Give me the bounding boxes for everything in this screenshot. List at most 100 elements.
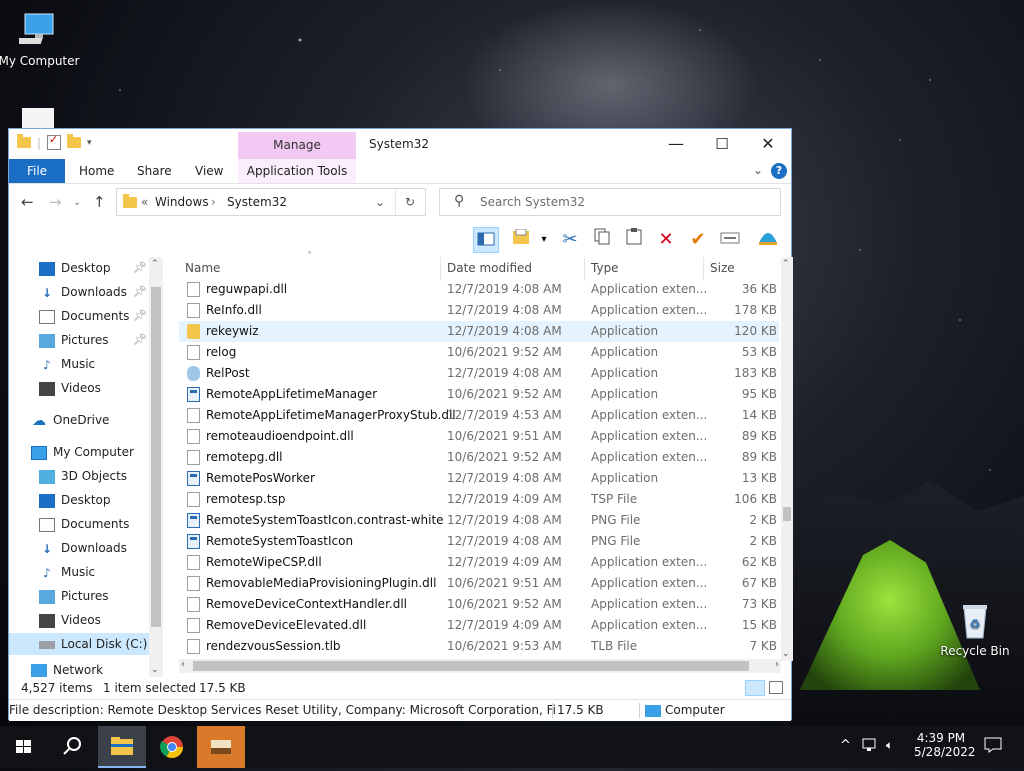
scrollbar-thumb[interactable] [151,287,161,627]
nav-pane-scrollbar[interactable]: ⌃ ⌄ [149,257,163,677]
address-dropdown-icon[interactable]: ⌄ [375,195,385,209]
nav-item-local-disk[interactable]: Local Disk (C:) [9,633,149,655]
expand-ribbon-icon[interactable]: ⌄ [753,163,763,177]
table-row[interactable]: RemovableMediaProvisioningPlugin.dll 10/6… [179,573,779,594]
paste-icon[interactable] [621,227,647,253]
select-icon[interactable] [717,227,743,253]
table-row[interactable]: rendezvousSession.tlb 10/6/2021 9:53 AM TL… [179,636,779,657]
table-row[interactable]: RemoteWipeCSP.dll 12/7/2019 4:09 AM Applic… [179,552,779,573]
chrome-icon[interactable] [148,726,196,768]
table-row[interactable]: RelPost 12/7/2019 4:08 AM Application 183 K… [179,363,779,384]
delete-icon[interactable]: ✕ [653,227,679,253]
desktop-icon-recycle-bin[interactable]: ♻ Recycle Bin [930,600,1020,658]
nav-item-3d-objects[interactable]: 3D Objects [39,465,127,487]
column-header-date[interactable]: Date modified [447,257,532,279]
refresh-icon[interactable]: ↻ [405,195,415,209]
volume-icon[interactable]: 🔈︎ [886,738,893,753]
table-row[interactable]: RemoteSystemToastIcon.contrast-white 12/7… [179,510,779,531]
show-hidden-icons-icon[interactable]: ^ [840,738,851,753]
nav-item-desktop[interactable]: Desktop [39,257,111,279]
copy-icon[interactable] [589,227,615,253]
scroll-up-icon[interactable]: ⌃ [782,259,790,269]
desktop-file-icon[interactable] [22,108,54,128]
cut-icon[interactable]: ✂ [557,227,583,253]
table-row[interactable]: RemoteAppLifetimeManager 10/6/2021 9:52 A… [179,384,779,405]
table-row[interactable]: RemoveDeviceElevated.dll 12/7/2019 4:09 A… [179,615,779,636]
recent-locations-icon[interactable]: ⌄ [73,197,81,208]
chevron-down-icon[interactable]: ▾ [531,227,557,253]
help-icon[interactable]: ? [771,163,787,179]
nav-item-pictures[interactable]: Pictures [39,329,109,351]
breadcrumb-system32[interactable]: System32 [227,195,287,209]
new-folder-icon[interactable] [67,134,82,148]
pin-icon[interactable]: 📌︎ [133,333,147,346]
search-taskbar-icon[interactable] [48,726,96,768]
tab-home[interactable]: Home [79,159,114,183]
minimize-button[interactable]: — [653,129,699,159]
table-row[interactable]: remotepg.dll 10/6/2021 9:52 AM Application… [179,447,779,468]
nav-item-documents-pc[interactable]: Documents [39,513,129,535]
table-row[interactable]: RemoteAppLifetimeManagerProxyStub.dll 12/… [179,405,779,426]
desktop-icon-my-computer[interactable]: My Computer [0,10,84,68]
close-button[interactable]: ✕ [745,129,791,159]
table-row[interactable]: RemoveDeviceContextHandler.dll 10/6/2021 … [179,594,779,615]
scroll-right-icon[interactable]: › [775,659,779,670]
scroll-down-icon[interactable]: ⌄ [782,649,790,659]
clock[interactable]: 4:39 PM 5/28/2022 [914,731,976,759]
nav-item-videos-pc[interactable]: Videos [39,609,101,631]
table-row[interactable]: reguwpapi.dll 12/7/2019 4:08 AM Applicatio… [179,279,779,300]
nav-item-downloads[interactable]: ↓ Downloads [39,281,127,303]
up-arrow-icon[interactable]: ↑ [93,193,106,211]
column-header-name[interactable]: Name [185,257,220,279]
pin-icon[interactable]: 📌︎ [133,309,147,322]
start-button[interactable] [0,726,48,768]
table-row[interactable]: remotesp.tsp 12/7/2019 4:09 AM TSP File 106… [179,489,779,510]
scrollbar-thumb[interactable] [193,661,749,671]
horizontal-scrollbar[interactable]: ‹ › [179,659,781,673]
properties-icon[interactable] [47,133,62,150]
forward-arrow-icon[interactable]: → [49,193,62,211]
notifications-icon[interactable] [984,737,1002,756]
tab-file[interactable]: File [9,159,65,183]
nav-item-pictures-pc[interactable]: Pictures [39,585,109,607]
large-icons-view-icon[interactable] [769,681,783,694]
nav-item-desktop-pc[interactable]: Desktop [39,489,111,511]
scroll-left-icon[interactable]: ‹ [181,659,185,670]
tab-application-tools[interactable]: Application Tools [238,159,356,183]
app-taskbar-icon[interactable] [197,726,245,768]
table-row[interactable]: relog 10/6/2021 9:52 AM Application 53 KB [179,342,779,363]
table-row[interactable]: RemotePosWorker 12/7/2019 4:08 AM Applicat… [179,468,779,489]
maximize-button[interactable]: ☐ [699,129,745,159]
breadcrumb-overflow[interactable]: « [141,195,148,209]
nav-item-my-computer[interactable]: My Computer [31,441,134,463]
breadcrumb-windows[interactable]: Windows [155,195,209,209]
details-view-icon[interactable] [745,680,765,696]
address-bar[interactable]: « Windows › System32 ⌄ ↻ [116,188,426,216]
column-header-type[interactable]: Type [591,257,619,279]
table-row[interactable]: RemoteSystemToastIcon 12/7/2019 4:08 AM PN… [179,531,779,552]
nav-item-music-pc[interactable]: ♪ Music [39,561,95,583]
table-row[interactable]: rekeywiz 12/7/2019 4:08 AM Application 120 … [179,321,779,342]
table-row[interactable]: ReInfo.dll 12/7/2019 4:08 AM Application e… [179,300,779,321]
nav-item-network[interactable]: Network [31,659,103,677]
file-list-scrollbar[interactable]: ⌃ ⌄ [781,257,793,661]
column-header-size[interactable]: Size [710,257,735,279]
rename-checkmark-icon[interactable]: ✔ [685,227,711,253]
details-pane-icon[interactable] [473,227,499,253]
nav-item-videos[interactable]: Videos [39,377,101,399]
nav-item-documents[interactable]: Documents [39,305,129,327]
nav-item-downloads-pc[interactable]: ↓ Downloads [39,537,127,559]
nav-item-onedrive[interactable]: ☁ OneDrive [31,409,109,431]
pin-icon[interactable]: 📌︎ [133,285,147,298]
tab-view[interactable]: View [195,159,223,183]
network-icon[interactable] [862,737,880,756]
back-arrow-icon[interactable]: ← [21,193,34,211]
search-box[interactable]: ⚲ Search System32 [439,188,781,216]
scroll-up-icon[interactable]: ⌃ [151,259,159,269]
pin-icon[interactable]: 📌︎ [133,261,147,274]
scroll-down-icon[interactable]: ⌄ [151,665,159,675]
table-row[interactable]: remoteaudioendpoint.dll 10/6/2021 9:51 AM… [179,426,779,447]
chevron-down-icon[interactable]: ▾ [87,138,92,148]
scrollbar-thumb[interactable] [783,507,791,521]
nav-item-music[interactable]: ♪ Music [39,353,95,375]
